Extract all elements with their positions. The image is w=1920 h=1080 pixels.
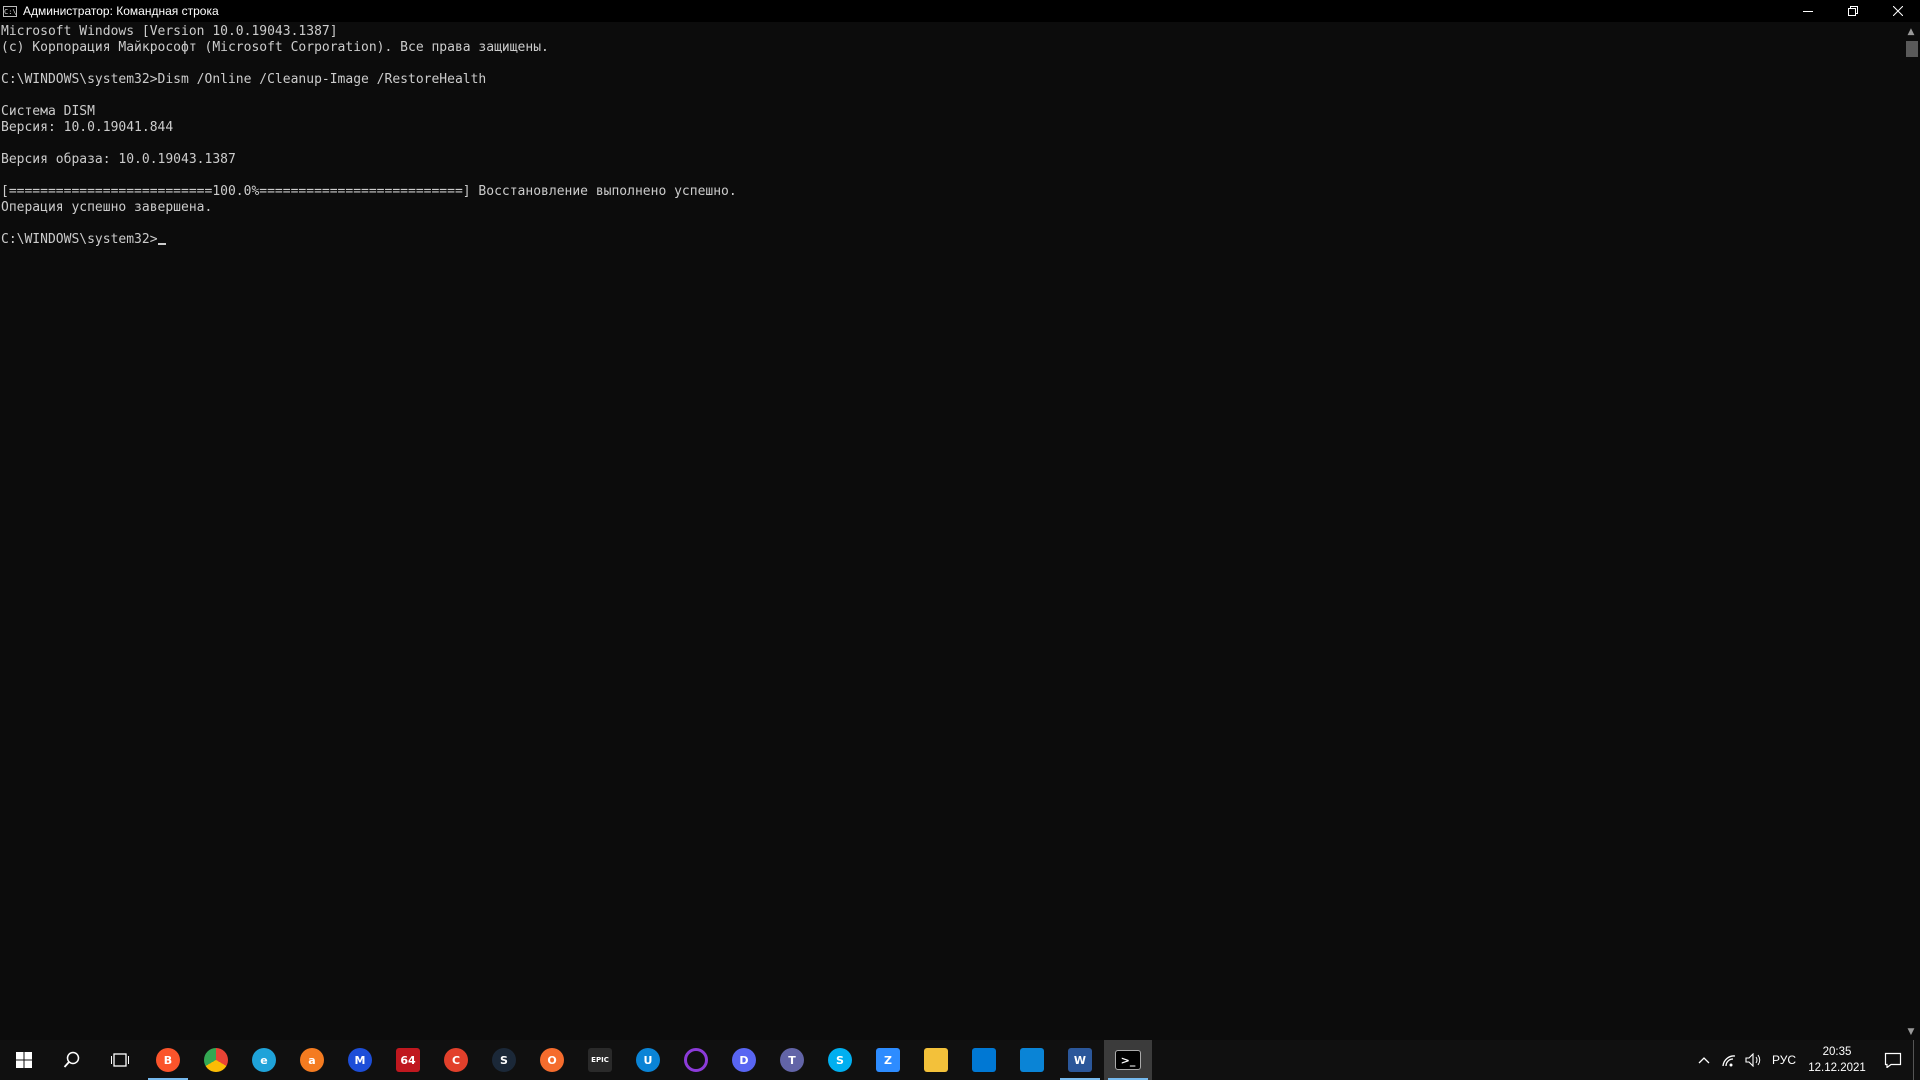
windows-logo-icon xyxy=(16,1052,32,1068)
taskbar-brave-button[interactable]: B xyxy=(144,1040,192,1080)
taskbar-avast-button[interactable]: a xyxy=(288,1040,336,1080)
console-line: Microsoft Windows [Version 10.0.19043.13… xyxy=(1,24,338,39)
taskbar: Be a M 64 C S O EPIC U D T S Z W >_ РУС 20:35 12.12.20… xyxy=(0,1040,1920,1080)
teams-icon: T xyxy=(780,1048,804,1072)
word-icon: W xyxy=(1068,1048,1092,1072)
console-text: Microsoft Windows [Version 10.0.19043.13… xyxy=(0,22,1902,248)
pinned-apps: Be a M 64 C S O EPIC U D T S Z W >_ xyxy=(144,1040,1152,1080)
file-explorer-icon xyxy=(924,1048,948,1072)
aida64-icon: 64 xyxy=(396,1048,420,1072)
restore-icon xyxy=(1847,6,1858,16)
origin-icon: O xyxy=(540,1048,564,1072)
taskbar-chrome-button[interactable] xyxy=(192,1040,240,1080)
taskbar-discord-button[interactable]: D xyxy=(720,1040,768,1080)
action-center-button[interactable] xyxy=(1873,1040,1913,1080)
input-language-indicator[interactable]: РУС xyxy=(1767,1040,1801,1080)
console-line: [==========================100.0%=======… xyxy=(1,184,737,199)
console-line: (c) Корпорация Майкрософт (Microsoft Cor… xyxy=(1,40,549,55)
console-line: C:\WINDOWS\system32>Dism /Online /Cleanu… xyxy=(1,72,487,87)
close-icon xyxy=(1892,6,1903,16)
console-line: Система DISM xyxy=(1,104,95,119)
steam-icon: S xyxy=(492,1048,516,1072)
show-hidden-icons-button[interactable] xyxy=(1691,1040,1717,1080)
taskbar-cortana-button[interactable] xyxy=(672,1040,720,1080)
edge-icon: e xyxy=(252,1048,276,1072)
scroll-down-arrow-icon[interactable]: ▼ xyxy=(1902,1024,1920,1040)
vertical-scrollbar[interactable]: ▲ ▼ xyxy=(1902,22,1920,1040)
uplay-icon: U xyxy=(636,1048,660,1072)
microsoft-store-icon xyxy=(972,1048,996,1072)
avast-icon: a xyxy=(300,1048,324,1072)
discord-icon: D xyxy=(732,1048,756,1072)
close-button[interactable] xyxy=(1875,0,1920,22)
notifications-icon xyxy=(1884,1052,1902,1068)
window-title: Администратор: Командная строка xyxy=(23,4,219,18)
text-cursor xyxy=(157,243,166,245)
taskbar-aida64-button[interactable]: 64 xyxy=(384,1040,432,1080)
taskbar-command-prompt-button[interactable]: >_ xyxy=(1104,1040,1152,1080)
console-line: C:\WINDOWS\system32> xyxy=(1,232,1902,248)
clock-date: 12.12.2021 xyxy=(1808,1062,1866,1074)
brave-icon: B xyxy=(156,1048,180,1072)
console-line: Операция успешно завершена. xyxy=(1,200,213,215)
mail-icon xyxy=(1020,1048,1044,1072)
network-button[interactable] xyxy=(1717,1040,1741,1080)
taskbar-file-explorer-button[interactable] xyxy=(912,1040,960,1080)
start-button[interactable] xyxy=(0,1040,48,1080)
title-bar[interactable]: C:\ Администратор: Командная строка xyxy=(0,0,1920,22)
taskbar-uplay-button[interactable]: U xyxy=(624,1040,672,1080)
taskbar-teams-button[interactable]: T xyxy=(768,1040,816,1080)
chrome-icon xyxy=(204,1048,228,1072)
speaker-icon xyxy=(1745,1053,1761,1067)
epic-games-icon: EPIC xyxy=(588,1048,612,1072)
system-tray: РУС 20:35 12.12.2021 xyxy=(1691,1040,1920,1080)
scroll-up-arrow-icon[interactable]: ▲ xyxy=(1902,24,1920,40)
ccleaner-icon: C xyxy=(444,1048,468,1072)
network-icon xyxy=(1722,1055,1736,1067)
taskbar-ccleaner-button[interactable]: C xyxy=(432,1040,480,1080)
scroll-thumb[interactable] xyxy=(1906,41,1918,57)
taskbar-steam-button[interactable]: S xyxy=(480,1040,528,1080)
chevron-up-icon xyxy=(1698,1057,1710,1064)
cortana-icon xyxy=(684,1048,708,1072)
taskbar-malwarebytes-button[interactable]: M xyxy=(336,1040,384,1080)
taskbar-edge-button[interactable]: e xyxy=(240,1040,288,1080)
taskbar-skype-button[interactable]: S xyxy=(816,1040,864,1080)
taskbar-origin-button[interactable]: O xyxy=(528,1040,576,1080)
console-line: Версия: 10.0.19041.844 xyxy=(1,120,174,135)
clock-time: 20:35 xyxy=(1822,1046,1852,1058)
command-prompt-icon: >_ xyxy=(1115,1050,1141,1070)
task-view-icon xyxy=(111,1053,129,1067)
search-button[interactable] xyxy=(48,1040,96,1080)
minimize-button[interactable] xyxy=(1785,0,1830,22)
taskbar-microsoft-store-button[interactable] xyxy=(960,1040,1008,1080)
malwarebytes-icon: M xyxy=(348,1048,372,1072)
skype-icon: S xyxy=(828,1048,852,1072)
zoom-icon: Z xyxy=(876,1048,900,1072)
console-output[interactable]: Microsoft Windows [Version 10.0.19043.13… xyxy=(0,22,1902,1040)
clock[interactable]: 20:35 12.12.2021 xyxy=(1801,1040,1873,1080)
search-icon xyxy=(63,1051,80,1068)
cmd-app-icon[interactable]: C:\ xyxy=(3,5,17,17)
restore-button[interactable] xyxy=(1830,0,1875,22)
taskbar-epic-games-button[interactable]: EPIC xyxy=(576,1040,624,1080)
taskbar-zoom-button[interactable]: Z xyxy=(864,1040,912,1080)
task-view-button[interactable] xyxy=(96,1040,144,1080)
minimize-icon xyxy=(1802,11,1813,12)
console-prompt: C:\WINDOWS\system32> xyxy=(1,232,158,247)
show-desktop-button[interactable] xyxy=(1913,1040,1920,1080)
console-line: Версия образа: 10.0.19043.1387 xyxy=(1,152,236,167)
volume-button[interactable] xyxy=(1741,1040,1767,1080)
taskbar-mail-button[interactable] xyxy=(1008,1040,1056,1080)
taskbar-word-button[interactable]: W xyxy=(1056,1040,1104,1080)
